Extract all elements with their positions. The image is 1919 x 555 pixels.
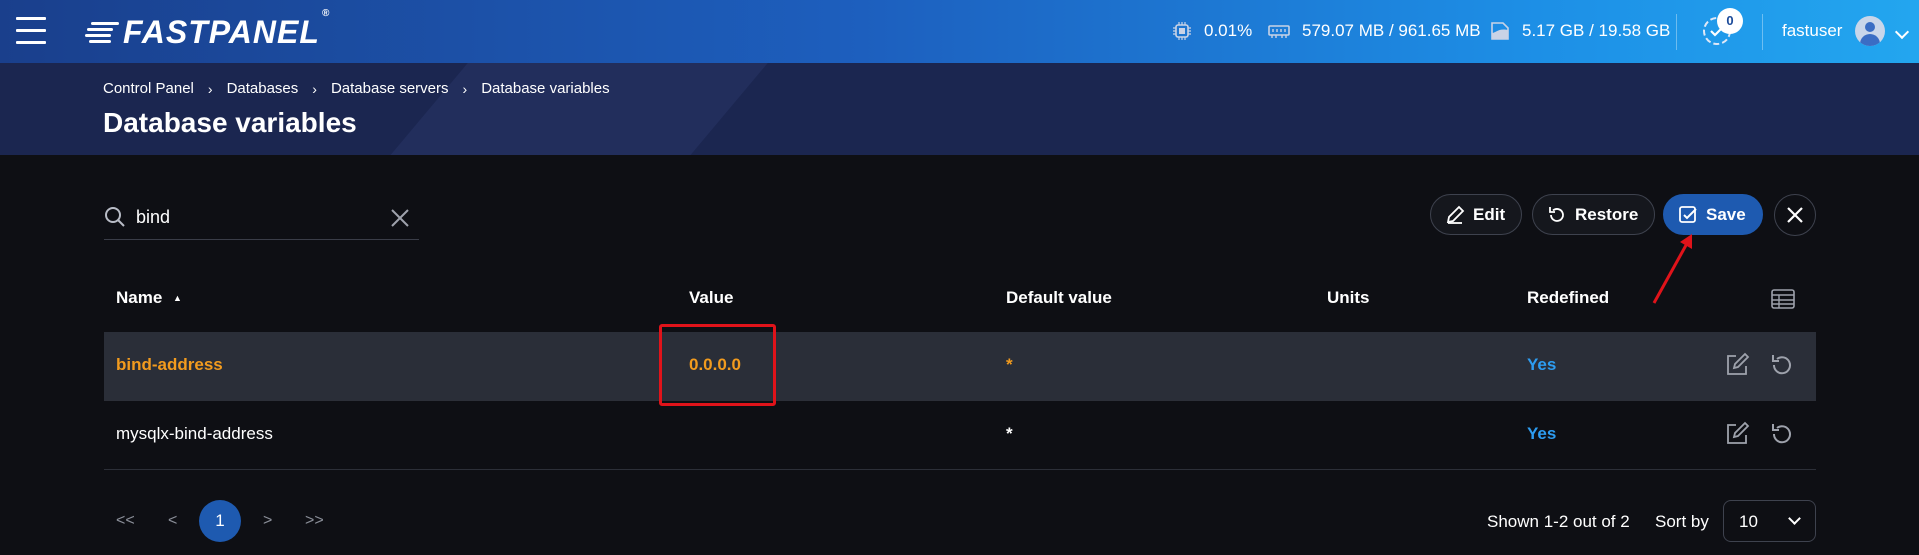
edit-icon[interactable]	[1724, 352, 1750, 378]
pagination-current-page[interactable]: 1	[199, 500, 241, 542]
annotation-highlight-box	[659, 324, 776, 406]
checkbox-icon	[1679, 205, 1697, 223]
pagination-last[interactable]: >>	[305, 512, 324, 530]
sort-by-label: Sort by	[1655, 512, 1709, 531]
page-title: Database variables	[103, 107, 357, 138]
table-settings-icon[interactable]	[1771, 289, 1795, 309]
search-icon	[105, 207, 125, 227]
chevron-down-icon[interactable]	[1894, 24, 1910, 40]
page-size-value: 10	[1739, 512, 1758, 531]
memory-stat: 579.07 MB / 961.65 MB	[1268, 21, 1481, 41]
column-header-value: Value	[689, 288, 734, 307]
close-icon	[1787, 207, 1803, 223]
cpu-value: 0.01%	[1204, 21, 1253, 40]
cpu-stat: 0.01%	[1172, 21, 1252, 41]
logo-text: FASTPANEL®	[123, 8, 331, 50]
close-icon[interactable]	[390, 208, 410, 228]
column-header-name[interactable]: Name ▲	[116, 288, 182, 308]
breadcrumb-database-servers[interactable]: Database servers	[331, 80, 449, 97]
top-bar: FASTPANEL® 0.01% 579.07 MB / 961.65 MB 5…	[0, 0, 1919, 63]
variable-default: *	[1006, 424, 1013, 443]
chevron-right-icon: ›	[462, 80, 468, 97]
breadcrumb-control-panel[interactable]: Control Panel	[103, 80, 194, 97]
sort-asc-icon: ▲	[173, 293, 182, 303]
shown-count: Shown 1-2 out of 2	[1487, 512, 1630, 531]
restore-icon[interactable]	[1769, 421, 1795, 447]
edit-icon[interactable]	[1724, 421, 1750, 447]
tasks-badge: 0	[1717, 8, 1743, 34]
logo[interactable]: FASTPANEL®	[85, 8, 331, 51]
variable-name[interactable]: mysqlx-bind-address	[116, 424, 273, 444]
column-header-default: Default value	[1006, 288, 1112, 307]
menu-icon[interactable]	[16, 17, 46, 45]
annotation-arrow	[1652, 234, 1692, 304]
chevron-right-icon: ›	[207, 80, 213, 97]
memory-value: 579.07 MB / 961.65 MB	[1302, 21, 1481, 40]
user-name[interactable]: fastuser	[1782, 21, 1842, 41]
page-size-select[interactable]: 10	[1723, 500, 1816, 542]
chevron-down-icon	[1788, 512, 1801, 525]
divider	[1762, 14, 1763, 50]
pagination-next[interactable]: >	[263, 512, 272, 530]
table-row[interactable]: bind-address 0.0.0.0 * Yes	[104, 332, 1816, 400]
search-input[interactable]	[136, 204, 376, 230]
memory-icon	[1268, 25, 1290, 38]
disk-stat: 5.17 GB / 19.58 GB	[1490, 21, 1670, 41]
breadcrumb-database-variables: Database variables	[481, 80, 610, 97]
edit-button[interactable]: Edit	[1430, 194, 1523, 235]
disk-icon	[1491, 22, 1509, 40]
pagination-prev[interactable]: <	[168, 512, 177, 530]
close-button[interactable]	[1774, 194, 1816, 236]
variable-redefined: Yes	[1527, 355, 1557, 374]
breadcrumb-databases[interactable]: Databases	[227, 80, 299, 97]
disk-value: 5.17 GB / 19.58 GB	[1522, 21, 1671, 40]
cpu-icon	[1173, 22, 1191, 40]
pagination-first[interactable]: <<	[116, 512, 135, 530]
variable-name[interactable]: bind-address	[116, 355, 223, 375]
variable-default: *	[1006, 355, 1013, 374]
avatar[interactable]	[1855, 16, 1885, 46]
chevron-right-icon: ›	[312, 80, 317, 97]
search-field[interactable]	[104, 198, 419, 240]
column-header-redefined: Redefined	[1527, 288, 1610, 307]
restore-icon[interactable]	[1769, 352, 1795, 378]
divider	[104, 469, 1816, 470]
divider	[1676, 14, 1677, 50]
table-row[interactable]: mysqlx-bind-address * Yes	[104, 401, 1816, 469]
pencil-icon	[1446, 205, 1465, 224]
breadcrumb: Control Panel › Databases › Database ser…	[103, 80, 610, 97]
variable-redefined: Yes	[1527, 424, 1557, 443]
logo-icon	[85, 18, 119, 48]
column-header-units: Units	[1327, 288, 1370, 307]
restore-button[interactable]: Restore	[1532, 194, 1656, 235]
restore-icon	[1549, 206, 1564, 222]
